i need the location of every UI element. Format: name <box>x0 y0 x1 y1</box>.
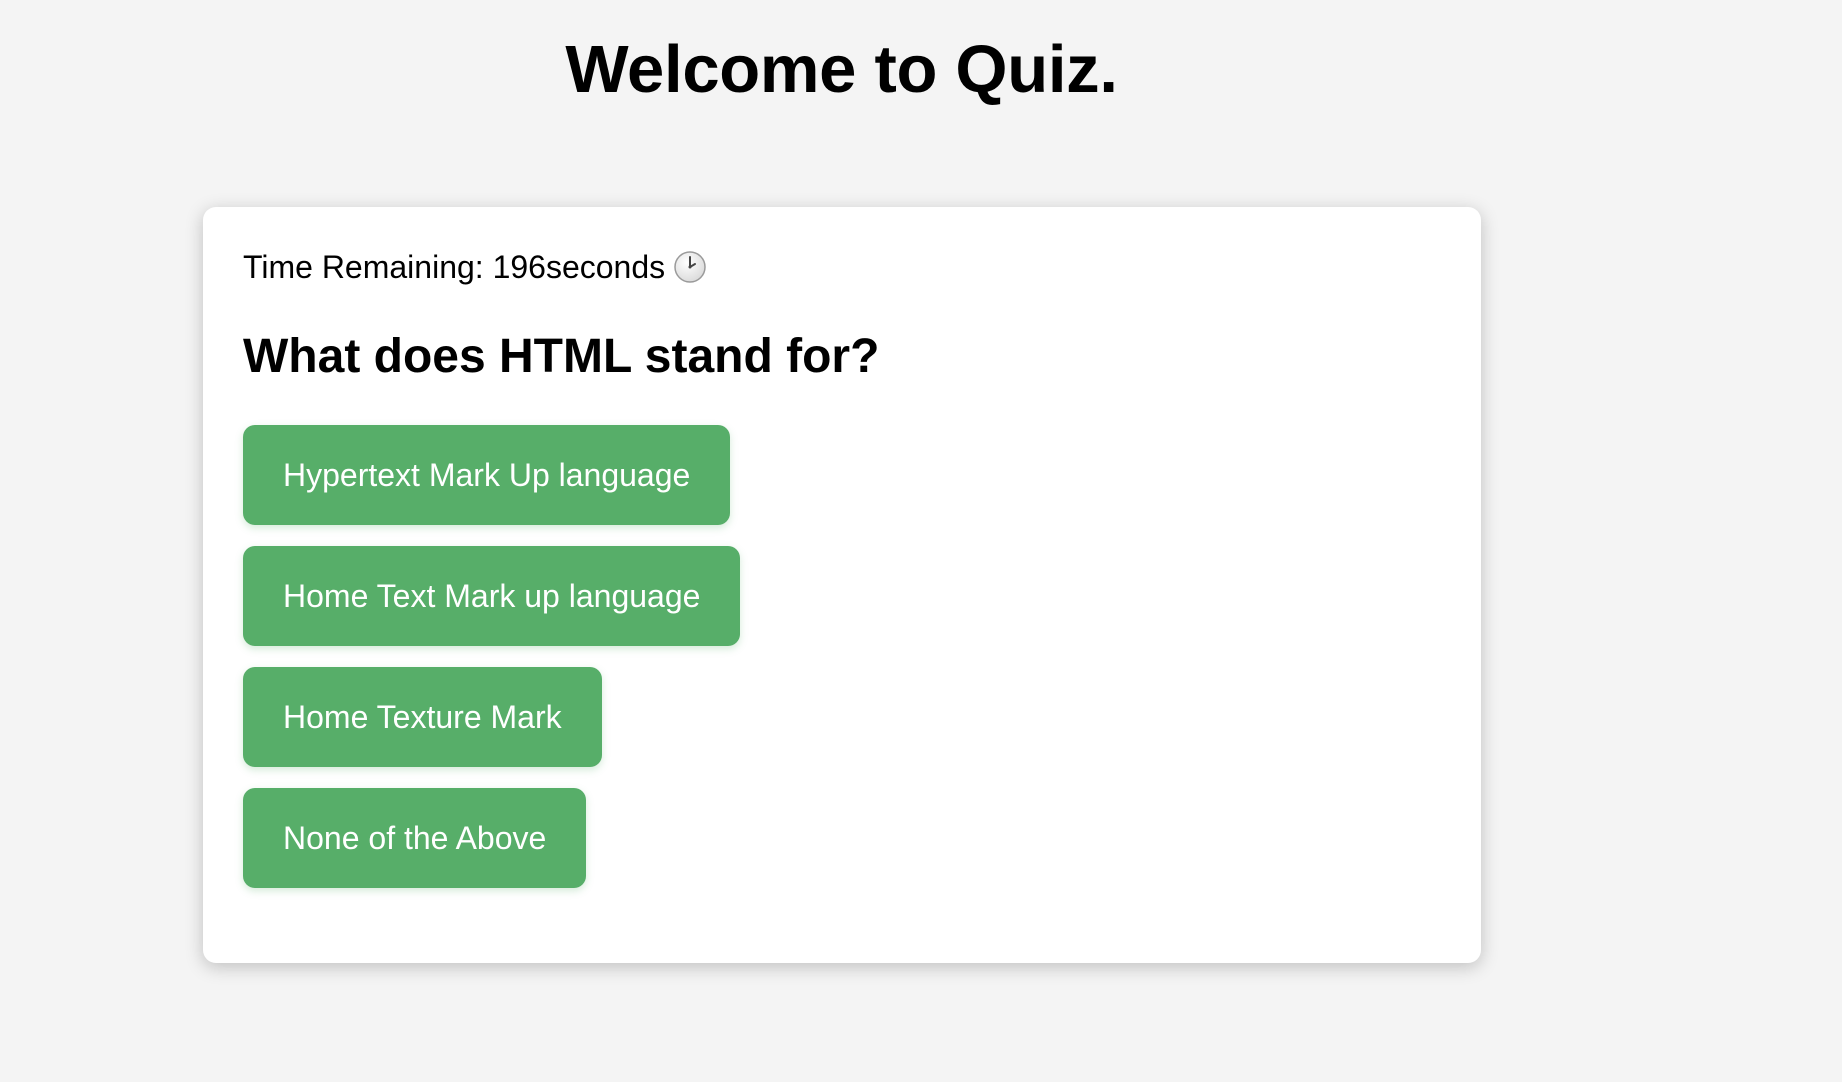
page-title: Welcome to Quiz. <box>565 32 1118 107</box>
timer: Time Remaining: 196seconds <box>243 247 1441 287</box>
quiz-card: Time Remaining: 196seconds What does HTM… <box>203 207 1481 963</box>
answer-button-4[interactable]: None of the Above <box>243 788 587 888</box>
question-text: What does HTML stand for? <box>243 330 880 383</box>
answer-button-2[interactable]: Home Text Mark up language <box>243 546 741 646</box>
answer-list: Hypertext Mark Up language Home Text Mar… <box>243 425 1441 909</box>
timer-text: Time Remaining: 196seconds <box>243 249 666 285</box>
clock-icon <box>673 250 707 284</box>
answer-button-1[interactable]: Hypertext Mark Up language <box>243 425 731 525</box>
answer-button-3[interactable]: Home Texture Mark <box>243 667 602 767</box>
